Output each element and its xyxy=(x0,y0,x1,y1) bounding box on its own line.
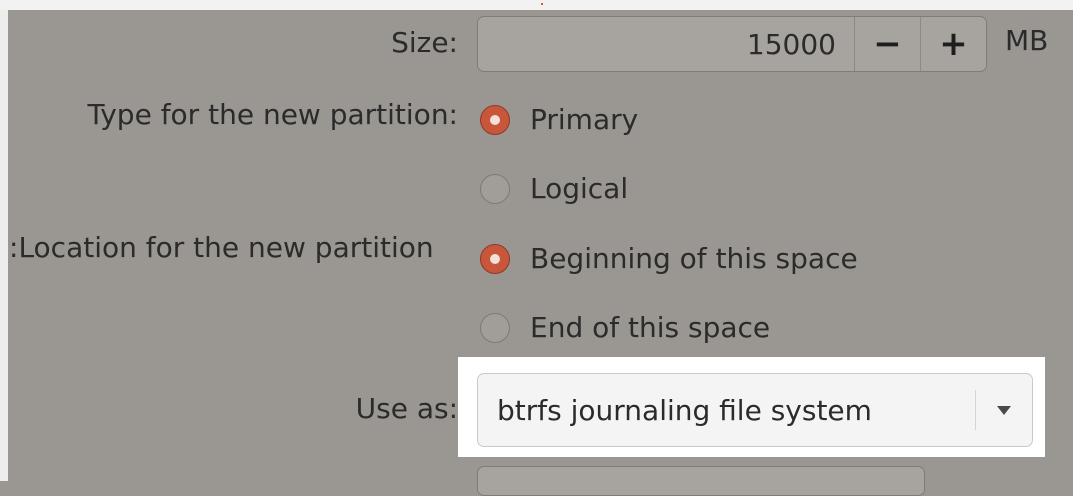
top-strip xyxy=(0,0,1073,10)
type-label: Type for the new partition: xyxy=(87,98,458,131)
location-label: Location for the new partition: xyxy=(9,231,434,264)
size-spinner[interactable]: 15000 − + xyxy=(477,16,987,72)
radio-end[interactable]: End of this space xyxy=(480,311,770,344)
radio-primary[interactable]: Primary xyxy=(480,103,638,136)
size-label: Size: xyxy=(391,26,458,59)
indicator-dot xyxy=(541,3,543,5)
radio-end-indicator[interactable] xyxy=(480,312,510,343)
size-unit: MB xyxy=(1005,24,1049,57)
radio-logical-indicator[interactable] xyxy=(480,173,510,204)
use-as-value: btrfs journaling file system xyxy=(497,393,872,427)
radio-primary-indicator[interactable] xyxy=(480,104,510,135)
radio-beginning-indicator[interactable] xyxy=(480,243,510,274)
radio-logical-label: Logical xyxy=(530,172,629,205)
radio-primary-label: Primary xyxy=(530,103,639,136)
use-as-combobox[interactable]: btrfs journaling file system xyxy=(477,373,1033,447)
use-as-label: Use as: xyxy=(355,392,458,425)
dropdown-arrow-icon[interactable] xyxy=(976,405,1032,415)
radio-beginning-label: Beginning of this space xyxy=(530,242,858,275)
radio-beginning[interactable]: Beginning of this space xyxy=(480,242,858,275)
decrement-button[interactable]: − xyxy=(854,17,920,71)
radio-end-label: End of this space xyxy=(530,311,771,344)
size-value[interactable]: 15000 xyxy=(478,17,854,71)
radio-logical[interactable]: Logical xyxy=(480,172,628,205)
left-edge xyxy=(0,10,8,481)
mount-point-field[interactable] xyxy=(477,466,925,496)
increment-button[interactable]: + xyxy=(920,17,986,71)
